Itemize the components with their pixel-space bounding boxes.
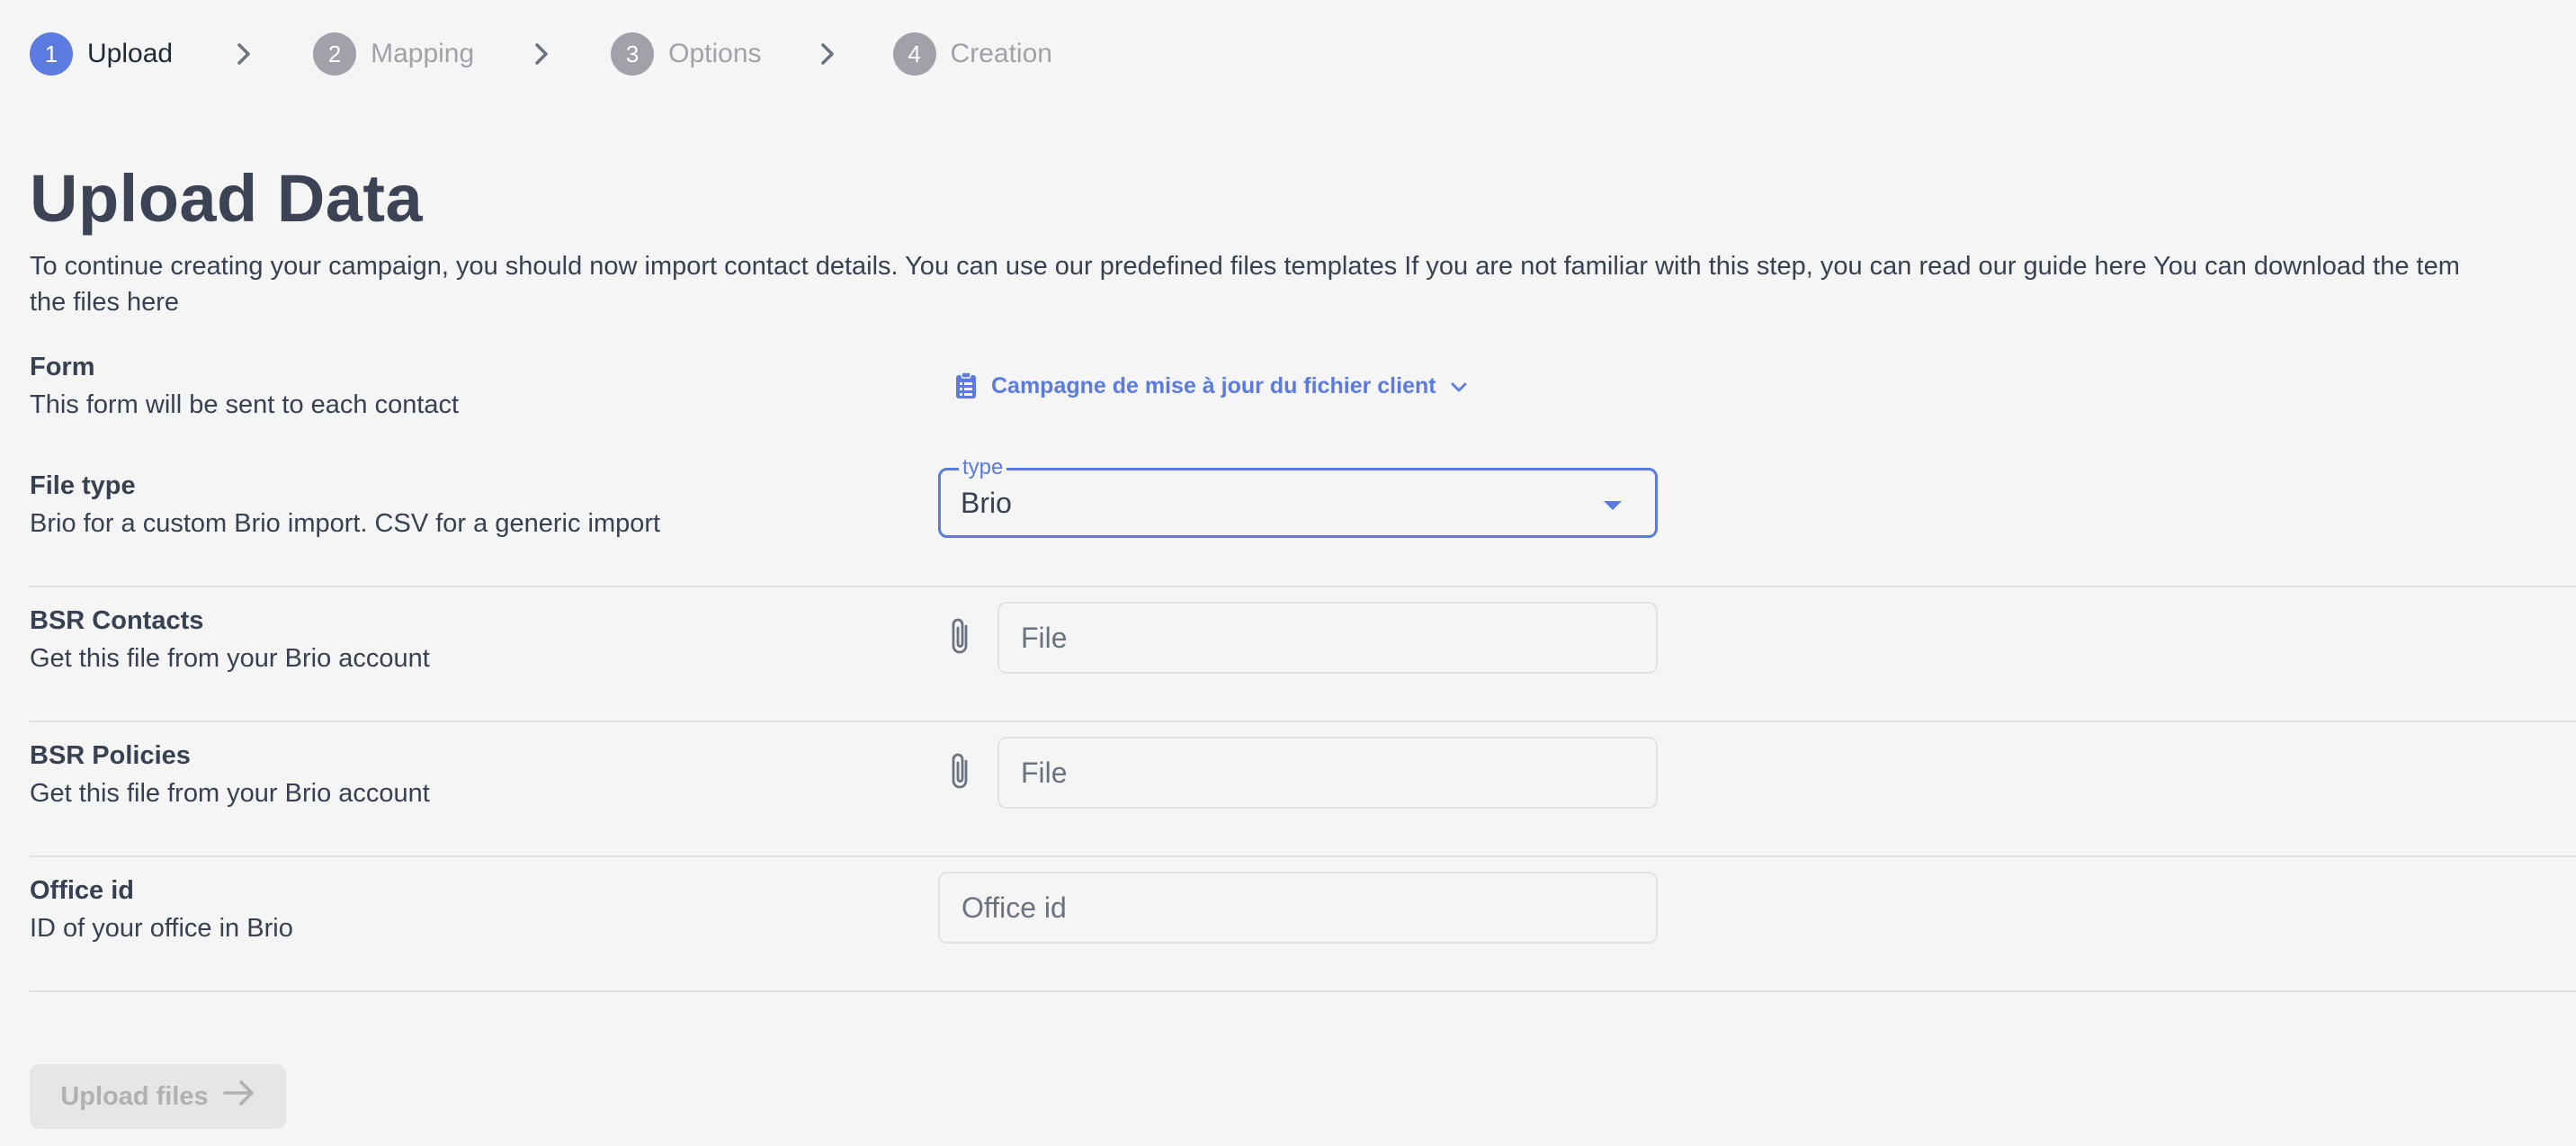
chevron-right-icon [532,41,551,67]
step-label: Options [668,39,762,68]
step-number: 2 [313,32,357,76]
wizard-stepper: 1 Upload 2 Mapping 3 Options 4 Creation [30,32,1052,76]
chevron-right-icon [818,41,837,67]
file-type-select[interactable]: type Brio [938,456,1658,538]
upload-data-page: 1 Upload 2 Mapping 3 Options 4 Creation … [0,0,2576,1146]
form-description: This form will be sent to each contact [30,390,460,419]
page-title: Upload Data [30,161,424,236]
step-number: 1 [30,32,73,76]
bsr-contacts-description: Get this file from your Brio account [30,644,430,673]
bsr-policies-file-input[interactable]: File [997,737,1658,809]
step-label: Creation [950,39,1052,68]
bsr-policies-label: BSR Policies [30,741,191,770]
form-selector[interactable]: Campagne de mise à jour du fichier clien… [955,370,1467,402]
arrow-right-icon [222,1079,255,1114]
step-upload[interactable]: 1 Upload [30,32,173,76]
step-creation[interactable]: 4 Creation [892,32,1052,76]
step-options[interactable]: 3 Options [611,32,762,76]
type-field-legend: type [959,456,1007,479]
chevron-right-icon [234,41,254,67]
file-type-label: File type [30,471,136,500]
intro-text: To continue creating your campaign, you … [30,248,2576,320]
step-number: 4 [892,32,936,76]
divider [30,586,2576,587]
step-number: 3 [611,32,655,76]
caret-down-icon [1603,499,1623,515]
form-label: Form [30,353,95,381]
bsr-contacts-label: BSR Contacts [30,606,204,635]
divider [30,721,2576,722]
intro-line-2: the files here [30,288,180,317]
bsr-contacts-file-input[interactable]: File [997,602,1658,674]
file-placeholder: File [1021,621,1068,654]
selected-form-name: Campagne de mise à jour du fichier clien… [991,372,1436,398]
file-placeholder: File [1021,756,1068,789]
file-type-value: Brio [961,487,1012,519]
step-label: Upload [87,39,174,68]
divider [30,990,2576,992]
office-id-label: Office id [30,876,135,905]
intro-line-1: To continue creating your campaign, you … [30,252,2460,281]
office-id-placeholder: Office id [962,891,1067,924]
office-id-input[interactable]: Office id [938,872,1658,944]
step-mapping[interactable]: 2 Mapping [313,32,474,76]
paperclip-icon[interactable] [946,615,975,658]
office-id-description: ID of your office in Brio [30,914,293,943]
step-label: Mapping [371,39,475,68]
file-type-description: Brio for a custom Brio import. CSV for a… [30,509,661,538]
upload-files-label: Upload files [60,1081,209,1111]
clipboard-icon [955,372,977,399]
chevron-down-icon [1451,373,1467,399]
paperclip-icon[interactable] [946,750,975,793]
bsr-policies-description: Get this file from your Brio account [30,779,430,808]
divider [30,855,2576,857]
upload-files-button[interactable]: Upload files [30,1064,286,1129]
